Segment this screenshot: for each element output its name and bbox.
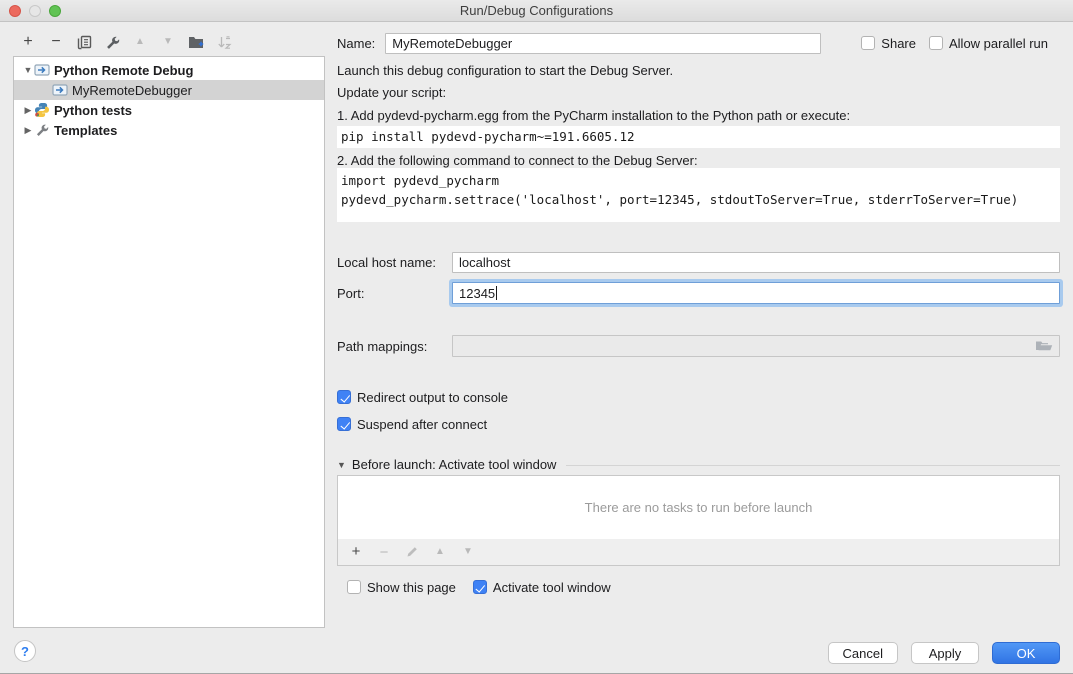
show-this-page-checkbox[interactable] xyxy=(347,580,361,594)
collapsed-chevron-icon[interactable]: ▶ xyxy=(22,125,34,136)
configurations-toolbar: + − ▲ ▼ xyxy=(13,30,325,54)
activate-tool-window-label: Activate tool window xyxy=(493,580,611,595)
activate-tool-window-checkbox[interactable] xyxy=(473,580,487,594)
tree-item-label: Python Remote Debug xyxy=(54,63,193,78)
minimize-window-button[interactable] xyxy=(29,5,41,17)
path-mappings-label: Path mappings: xyxy=(337,339,452,354)
expanded-chevron-icon: ▼ xyxy=(337,460,346,470)
path-mappings-input[interactable] xyxy=(452,335,1060,357)
local-host-name-input[interactable] xyxy=(452,252,1060,273)
new-folder-icon xyxy=(188,35,204,49)
port-label: Port: xyxy=(337,286,452,301)
show-this-page-label: Show this page xyxy=(367,580,456,595)
port-value: 12345 xyxy=(459,286,495,301)
section-divider xyxy=(566,465,1060,466)
local-host-name-label: Local host name: xyxy=(337,255,452,270)
tree-item-label: Templates xyxy=(54,123,117,138)
suspend-after-connect-checkbox[interactable] xyxy=(337,417,351,431)
window-title: Run/Debug Configurations xyxy=(0,0,1073,21)
close-window-button[interactable] xyxy=(9,5,21,17)
text-caret xyxy=(496,286,497,300)
collapsed-chevron-icon[interactable]: ▶ xyxy=(22,105,34,116)
expanded-chevron-icon[interactable]: ▼ xyxy=(22,65,34,75)
run-debug-configurations-dialog: Run/Debug Configurations + − ▲ ▼ ▼ Pytho… xyxy=(0,0,1073,674)
share-label: Share xyxy=(881,36,916,51)
remove-icon: − xyxy=(380,544,389,561)
before-launch-section-header[interactable]: ▼ Before launch: Activate tool window xyxy=(337,457,1060,472)
add-configuration-button[interactable]: + xyxy=(20,34,36,50)
sort-alphabetically-icon xyxy=(217,35,232,50)
settrace-code-line1: import pydevd_pycharm xyxy=(341,171,1060,190)
ok-button[interactable]: OK xyxy=(992,642,1060,664)
tree-item-myremotedebugger[interactable]: MyRemoteDebugger xyxy=(14,80,324,100)
remove-task-button[interactable]: − xyxy=(376,544,392,560)
title-bar: Run/Debug Configurations xyxy=(0,0,1073,22)
tree-item-label: MyRemoteDebugger xyxy=(72,83,192,98)
settrace-code-block: import pydevd_pycharm pydevd_pycharm.set… xyxy=(337,168,1060,222)
share-option: Share xyxy=(861,36,916,51)
python-tests-icon xyxy=(34,102,50,118)
name-input[interactable] xyxy=(385,33,821,54)
copy-configuration-button[interactable] xyxy=(76,34,92,50)
pip-install-code: pip install pydevd-pycharm~=191.6605.12 xyxy=(337,126,1060,148)
create-folder-button[interactable] xyxy=(188,34,204,50)
move-up-icon: ▲ xyxy=(435,544,445,560)
instruction-step2: 2. Add the following command to connect … xyxy=(337,153,698,168)
move-task-up-button[interactable]: ▲ xyxy=(432,544,448,560)
add-icon: + xyxy=(352,544,361,560)
port-input[interactable]: 12345 xyxy=(452,282,1060,304)
add-icon: + xyxy=(23,34,32,50)
settrace-code-line2: pydevd_pycharm.settrace('localhost', por… xyxy=(341,190,1060,209)
help-button[interactable]: ? xyxy=(14,640,36,662)
suspend-after-connect-label: Suspend after connect xyxy=(357,417,487,432)
sort-configurations-button[interactable] xyxy=(216,34,232,50)
copy-icon xyxy=(77,35,92,50)
help-icon: ? xyxy=(21,644,29,659)
allow-parallel-run-option: Allow parallel run xyxy=(929,36,1048,51)
before-launch-toolbar: + − ▲ ▼ xyxy=(337,539,1060,566)
remove-icon: − xyxy=(51,34,60,50)
edit-task-button[interactable] xyxy=(404,544,420,560)
open-folder-icon[interactable] xyxy=(1035,340,1053,353)
move-down-icon: ▼ xyxy=(163,34,173,50)
before-launch-tasks-panel: There are no tasks to run before launch xyxy=(337,475,1060,540)
add-task-button[interactable]: + xyxy=(348,544,364,560)
configuration-form: Name: Share Allow parallel run Launch th… xyxy=(337,28,1060,630)
instruction-step1: 1. Add pydevd-pycharm.egg from the PyCha… xyxy=(337,108,850,123)
remote-debug-config-icon xyxy=(52,82,68,98)
allow-parallel-run-label: Allow parallel run xyxy=(949,36,1048,51)
name-label: Name: xyxy=(337,36,375,51)
before-launch-title: Before launch: Activate tool window xyxy=(352,457,557,472)
tree-item-python-tests[interactable]: ▶ Python tests xyxy=(14,100,324,120)
redirect-output-checkbox[interactable] xyxy=(337,390,351,404)
no-tasks-message: There are no tasks to run before launch xyxy=(585,500,813,515)
allow-parallel-run-checkbox[interactable] xyxy=(929,36,943,50)
apply-button[interactable]: Apply xyxy=(911,642,979,664)
remove-configuration-button[interactable]: − xyxy=(48,34,64,50)
instruction-intro: Launch this debug configuration to start… xyxy=(337,63,673,78)
move-down-button[interactable]: ▼ xyxy=(160,34,176,50)
edit-defaults-button[interactable] xyxy=(104,34,120,50)
edit-wrench-icon xyxy=(105,35,120,50)
cancel-button[interactable]: Cancel xyxy=(828,642,898,664)
move-down-icon: ▼ xyxy=(463,544,473,560)
instruction-update: Update your script: xyxy=(337,85,446,100)
templates-wrench-icon xyxy=(34,122,50,138)
pencil-icon xyxy=(405,545,419,559)
zoom-window-button[interactable] xyxy=(49,5,61,17)
traffic-lights xyxy=(9,5,61,17)
share-checkbox[interactable] xyxy=(861,36,875,50)
tree-item-label: Python tests xyxy=(54,103,132,118)
move-task-down-button[interactable]: ▼ xyxy=(460,544,476,560)
tree-item-python-remote-debug[interactable]: ▼ Python Remote Debug xyxy=(14,60,324,80)
move-up-button[interactable]: ▲ xyxy=(132,34,148,50)
remote-debug-config-icon xyxy=(34,62,50,78)
configurations-tree: ▼ Python Remote Debug MyRemoteDebugger ▶ xyxy=(13,56,325,628)
dialog-buttons: Cancel Apply OK xyxy=(828,642,1060,664)
tree-item-templates[interactable]: ▶ Templates xyxy=(14,120,324,140)
redirect-output-label: Redirect output to console xyxy=(357,390,508,405)
move-up-icon: ▲ xyxy=(135,34,145,50)
